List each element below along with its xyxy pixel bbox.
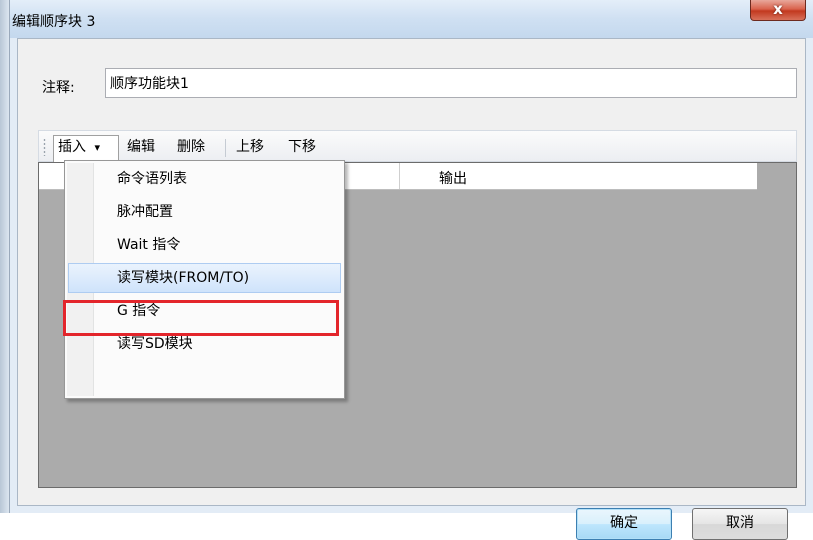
insert-label: 插入 [58,139,86,155]
menu-item-read-write-module[interactable]: 读写模块(FROM/TO) [68,263,341,293]
edit-sequence-block-dialog: 编辑顺序块 3 x 注释: 插入 ▾ 编辑 删除 上移 下移 输出 [9,0,813,540]
insert-dropdown-menu: 命令语列表 脉冲配置 Wait 指令 读写模块(FROM/TO) G 指令 读写… [64,160,345,399]
chevron-down-icon: ▾ [94,141,100,154]
menu-item-pulse-config[interactable]: 脉冲配置 [68,197,341,227]
dialog-client-area: 注释: 插入 ▾ 编辑 删除 上移 下移 输出 命令语列表 脉冲配置 [17,38,806,540]
toolbar-separator [225,139,226,157]
edit-button[interactable]: 编辑 [123,135,159,159]
block-toolbar: 插入 ▾ 编辑 删除 上移 下移 [38,130,797,163]
move-down-button[interactable]: 下移 [284,135,320,159]
background-window-edge [0,0,9,513]
column-header-output[interactable]: 输出 [439,168,467,188]
delete-button[interactable]: 删除 [173,135,209,159]
insert-dropdown-button[interactable]: 插入 ▾ [53,135,119,163]
menu-item-command-list[interactable]: 命令语列表 [68,164,341,194]
column-divider[interactable] [399,163,400,189]
move-up-button[interactable]: 上移 [232,135,268,159]
close-icon: x [773,0,783,18]
window-title: 编辑顺序块 3 [12,14,96,30]
menu-item-wait-instruction[interactable]: Wait 指令 [68,230,341,260]
toolbar-grip[interactable] [43,138,46,156]
close-button[interactable]: x [750,0,806,21]
title-bar[interactable]: 编辑顺序块 3 x [10,0,813,38]
comment-input[interactable] [105,68,797,98]
comment-label: 注释: [42,80,75,96]
highlight-annotation-frame [63,300,339,336]
